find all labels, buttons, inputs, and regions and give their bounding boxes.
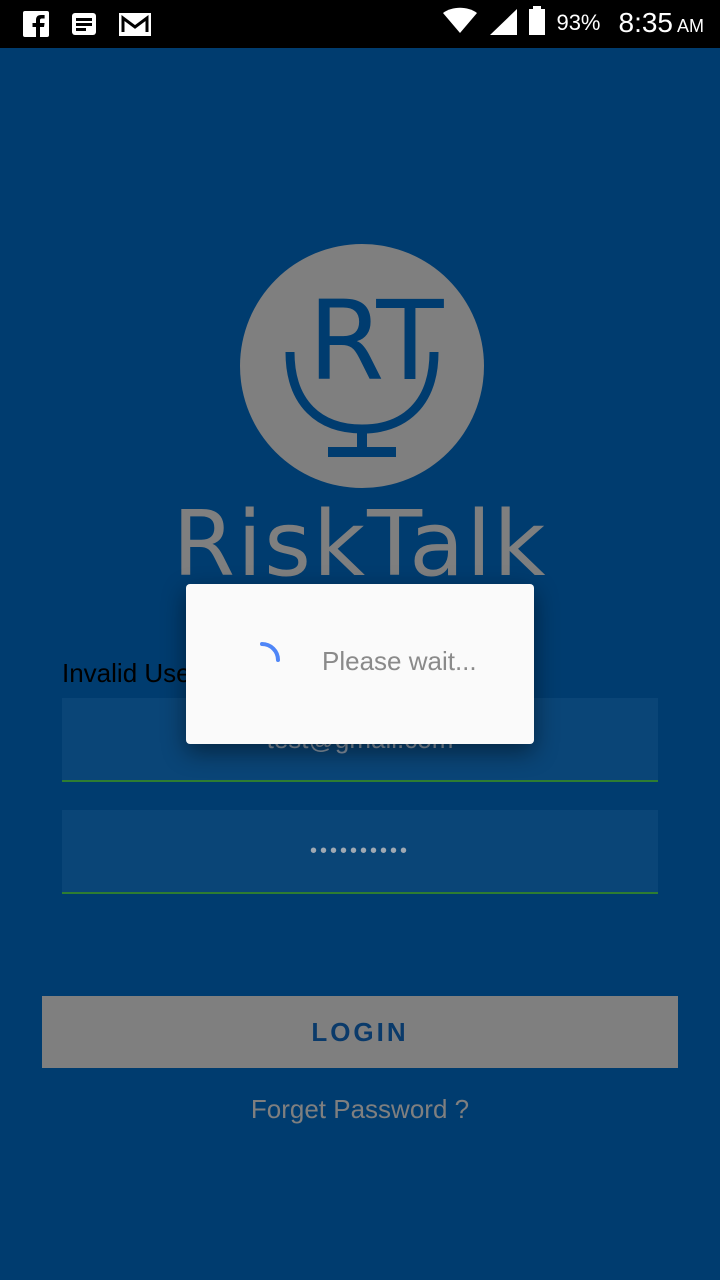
notification-icons xyxy=(22,10,151,38)
microphone-icon: RT xyxy=(285,277,444,457)
brand-name: RiskTalk xyxy=(172,492,548,597)
clock-time: 8:35 xyxy=(618,7,674,38)
news-icon xyxy=(70,10,98,38)
error-message: Invalid User xyxy=(62,658,192,688)
system-status: 93% 8:35 AM xyxy=(442,6,704,40)
dialog-message: Please wait... xyxy=(322,646,477,676)
wifi-icon xyxy=(442,7,478,39)
password-input[interactable] xyxy=(62,838,658,864)
status-bar: 93% 8:35 AM xyxy=(0,0,720,48)
password-field-container xyxy=(62,810,658,894)
logo-monogram: RT xyxy=(308,277,444,405)
signal-icon xyxy=(488,7,518,39)
battery-icon xyxy=(528,6,546,40)
logo-mark: RT xyxy=(240,244,484,488)
loading-dialog: Please wait... xyxy=(186,584,534,744)
battery-percentage: 93% xyxy=(556,10,601,35)
clock: 8:35 AM xyxy=(619,7,705,39)
facebook-icon xyxy=(22,10,50,38)
loading-spinner-icon xyxy=(260,642,280,662)
login-screen: 93% 8:35AM RT RiskTalk Invalid User LOGI… xyxy=(0,0,720,1280)
clock-ampm: AM xyxy=(677,16,704,36)
forget-password-link[interactable]: Forget Password ? xyxy=(0,1094,720,1125)
gmail-icon xyxy=(118,10,151,38)
login-button[interactable]: LOGIN xyxy=(42,996,678,1068)
